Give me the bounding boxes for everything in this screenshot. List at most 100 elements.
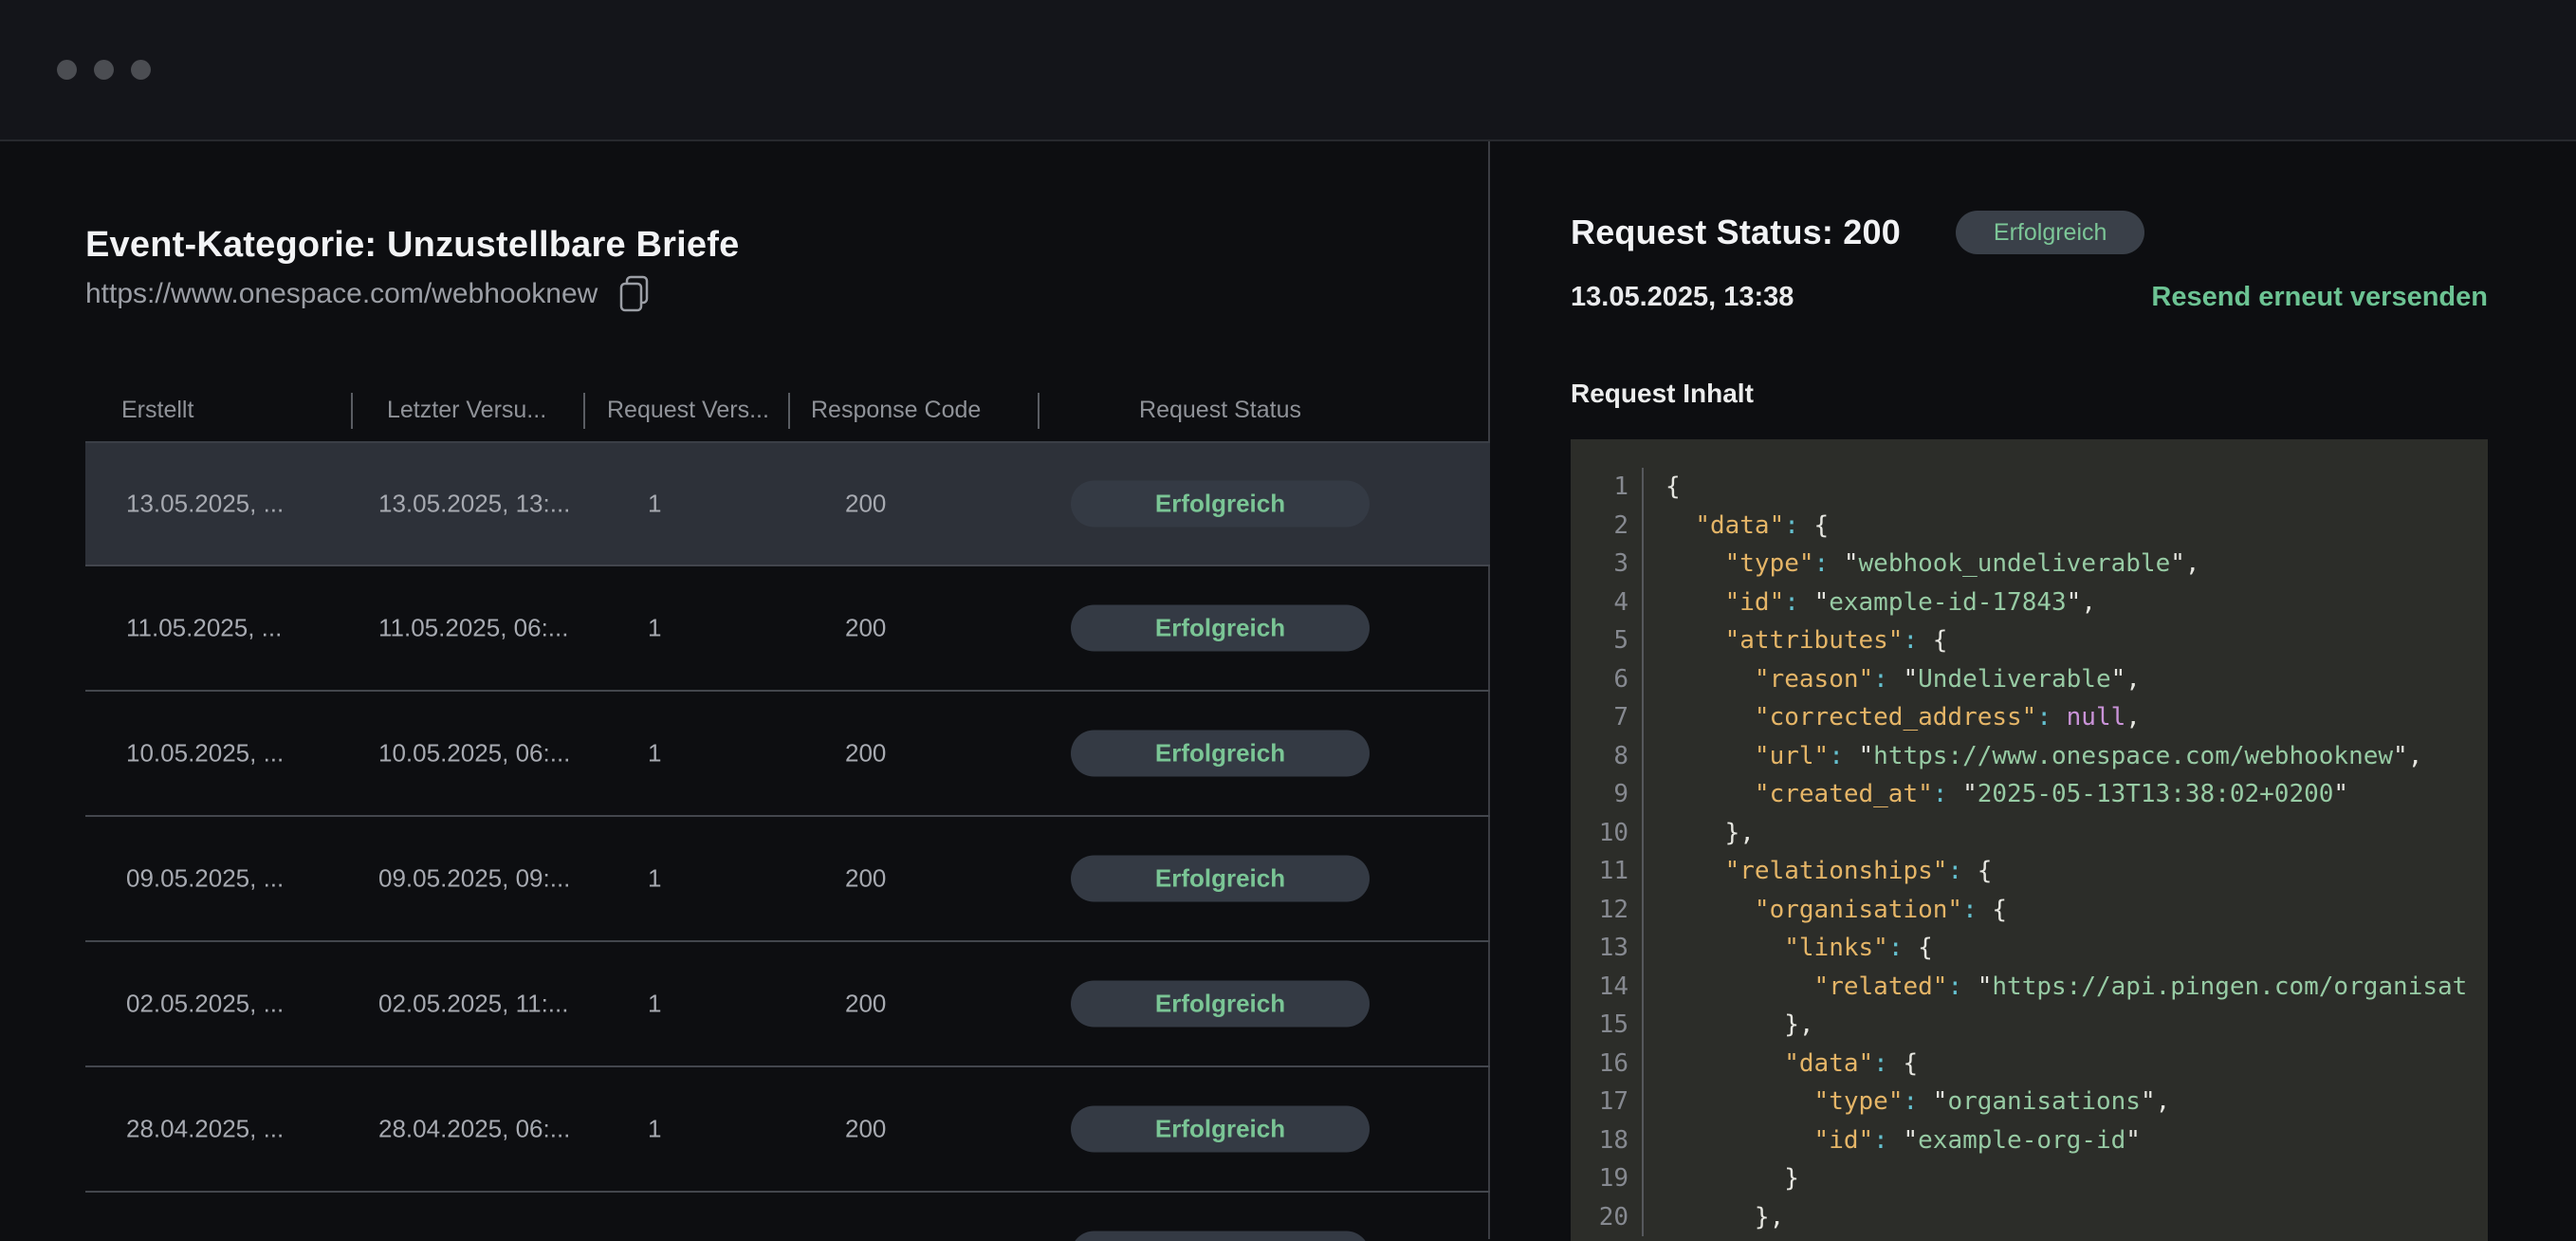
column-divider (1038, 393, 1040, 429)
code-line: 4 "id": "example-id-17843", (1571, 583, 2488, 622)
code-line: 16 "data": { (1571, 1045, 2488, 1084)
request-timestamp: 13.05.2025, 13:38 (1571, 282, 1794, 313)
resend-link[interactable]: Resend erneut versenden (2151, 282, 2488, 313)
status-badge: Erfolgreich (1071, 1232, 1370, 1241)
column-divider (788, 393, 790, 429)
code-line: 5 "attributes": { (1571, 621, 2488, 660)
table-row[interactable]: 28.04.2025, ...28.04.2025, 06:...1200Erf… (85, 1067, 1490, 1193)
status-badge: Erfolgreich (1071, 856, 1370, 902)
status-badge: Erfolgreich (1956, 211, 2145, 254)
table-cell: 09.05.2025, 09:... (378, 864, 570, 894)
table-cell: 200 (845, 1115, 886, 1144)
table-row[interactable]: Erfolgreich (85, 1193, 1490, 1241)
table-cell: 13.05.2025, 13:... (378, 490, 570, 519)
code-text: "attributes": { (1644, 621, 1947, 660)
detail-header: Request Status: 200 Erfolgreich (1571, 211, 2488, 254)
code-text: "related": "https://api.pingen.com/organ… (1644, 968, 2467, 1007)
table-cell: 10.05.2025, ... (126, 739, 284, 769)
code-line: 20 }, (1571, 1198, 2488, 1237)
table-body: 13.05.2025, ...13.05.2025, 13:...1200Erf… (85, 441, 1490, 1241)
line-number: 7 (1571, 698, 1644, 737)
table-cell: 1 (648, 614, 661, 643)
line-number: 1 (1571, 468, 1644, 507)
code-line: 19 } (1571, 1159, 2488, 1198)
table-row[interactable]: 02.05.2025, ...02.05.2025, 11:...1200Erf… (85, 942, 1490, 1067)
line-number: 20 (1571, 1198, 1644, 1237)
code-line: 3 "type": "webhook_undeliverable", (1571, 545, 2488, 583)
table-cell: 1 (648, 1115, 661, 1144)
status-badge: Erfolgreich (1071, 1106, 1370, 1153)
code-text: "data": { (1644, 507, 1829, 546)
code-text: "url": "https://www.onespace.com/webhook… (1644, 737, 2422, 776)
table-row[interactable]: 09.05.2025, ...09.05.2025, 09:...1200Erf… (85, 817, 1490, 942)
code-line: 13 "links": { (1571, 929, 2488, 968)
table-cell: 200 (845, 864, 886, 894)
status-badge: Erfolgreich (1071, 731, 1370, 777)
detail-subrow: 13.05.2025, 13:38 Resend erneut versende… (1571, 282, 2488, 313)
code-text: }, (1644, 1006, 1814, 1045)
table-cell: 28.04.2025, ... (126, 1115, 284, 1144)
code-text: "organisation": { (1644, 891, 2007, 930)
line-number: 19 (1571, 1159, 1644, 1198)
code-text: "created_at": "2025-05-13T13:38:02+0200" (1644, 775, 2348, 814)
column-header-response-code: Response Code (811, 397, 981, 424)
code-text: } (1644, 1159, 1799, 1198)
code-line: 9 "created_at": "2025-05-13T13:38:02+020… (1571, 775, 2488, 814)
table-cell: 11.05.2025, ... (126, 614, 282, 643)
code-text: }, (1644, 1198, 1784, 1237)
code-text: "relationships": { (1644, 852, 1992, 891)
code-line: 1{ (1571, 468, 2488, 507)
line-number: 8 (1571, 737, 1644, 776)
line-number: 18 (1571, 1121, 1644, 1160)
window-dot-icon[interactable] (57, 60, 77, 80)
table-cell: 200 (845, 990, 886, 1019)
column-divider (351, 393, 353, 429)
table-cell: 02.05.2025, ... (126, 990, 284, 1019)
table-row[interactable]: 13.05.2025, ...13.05.2025, 13:...1200Erf… (85, 441, 1490, 566)
event-list-panel: Event-Kategorie: Unzustellbare Briefe ht… (0, 141, 1490, 1239)
status-badge: Erfolgreich (1071, 481, 1370, 528)
table-cell: 1 (648, 490, 661, 519)
line-number: 10 (1571, 814, 1644, 853)
copy-icon[interactable] (618, 275, 651, 313)
column-header-letzter-versuch: Letzter Versu... (387, 397, 546, 424)
table-cell: 1 (648, 739, 661, 769)
table-cell: 11.05.2025, 06:... (378, 614, 568, 643)
line-number: 9 (1571, 775, 1644, 814)
code-line: 8 "url": "https://www.onespace.com/webho… (1571, 737, 2488, 776)
window-dot-icon[interactable] (131, 60, 151, 80)
code-text: "data": { (1644, 1045, 1918, 1084)
table-row[interactable]: 10.05.2025, ...10.05.2025, 06:...1200Erf… (85, 692, 1490, 817)
main-content: Event-Kategorie: Unzustellbare Briefe ht… (0, 141, 2576, 1239)
code-text: { (1644, 468, 1681, 507)
code-text: "type": "webhook_undeliverable", (1644, 545, 2200, 583)
table-cell: 200 (845, 490, 886, 519)
request-status-title: Request Status: 200 (1571, 213, 1901, 252)
column-header-erstellt: Erstellt (121, 397, 193, 424)
webhook-url: https://www.onespace.com/webhooknew (85, 278, 598, 310)
table-cell: 1 (648, 990, 661, 1019)
webhook-url-row: https://www.onespace.com/webhooknew (85, 275, 1488, 313)
table-header: Erstellt Letzter Versu... Request Vers..… (85, 383, 1490, 441)
line-number: 6 (1571, 660, 1644, 699)
window-title-bar (0, 0, 2576, 141)
code-line: 7 "corrected_address": null, (1571, 698, 2488, 737)
table-cell: 1 (648, 864, 661, 894)
window-dot-icon[interactable] (94, 60, 114, 80)
line-number: 16 (1571, 1045, 1644, 1084)
window-controls (57, 60, 151, 80)
table-cell: 200 (845, 739, 886, 769)
code-line: 14 "related": "https://api.pingen.com/or… (1571, 968, 2488, 1007)
code-line: 2 "data": { (1571, 507, 2488, 546)
column-header-request-status: Request Status (1071, 397, 1370, 424)
status-badge: Erfolgreich (1071, 605, 1370, 652)
code-line: 12 "organisation": { (1571, 891, 2488, 930)
request-content-label: Request Inhalt (1571, 379, 2488, 409)
page-title: Event-Kategorie: Unzustellbare Briefe (85, 225, 1488, 266)
line-number: 4 (1571, 583, 1644, 622)
line-number: 17 (1571, 1083, 1644, 1121)
table-cell: 200 (845, 614, 886, 643)
table-row[interactable]: 11.05.2025, ... 11.05.2025, 06:... 1 200 Erf… (85, 566, 1490, 692)
code-line: 15 }, (1571, 1006, 2488, 1045)
code-text: "id": "example-id-17843", (1644, 583, 2096, 622)
